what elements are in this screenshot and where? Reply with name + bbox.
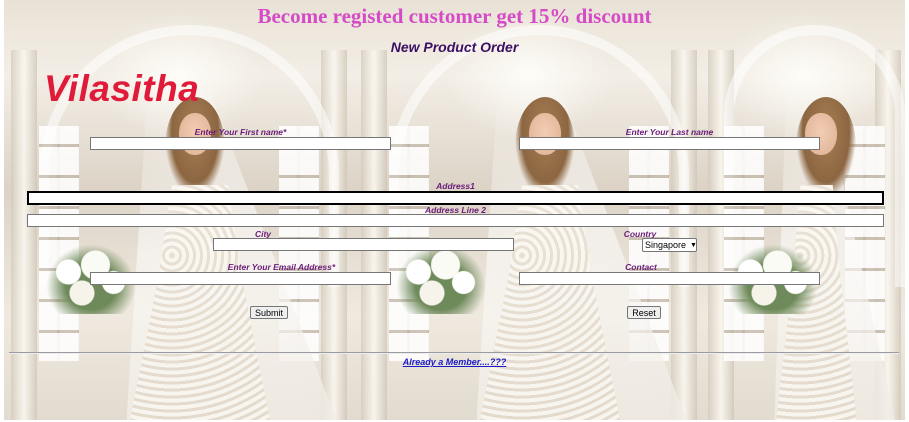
already-member-link[interactable]: Already a Member....??? bbox=[0, 357, 909, 367]
last-name-label: Enter Your Last name bbox=[625, 127, 714, 137]
chevron-down-icon: ▼ bbox=[690, 241, 697, 249]
last-name-input[interactable] bbox=[519, 137, 820, 150]
country-selected-value: Singapore bbox=[645, 240, 687, 250]
contact-input[interactable] bbox=[519, 272, 820, 285]
country-select[interactable]: Singapore ▼ bbox=[642, 238, 697, 252]
email-input[interactable] bbox=[90, 272, 391, 285]
divider bbox=[9, 352, 899, 354]
address2-input[interactable] bbox=[27, 214, 884, 227]
city-input[interactable] bbox=[213, 238, 514, 251]
first-name-input[interactable] bbox=[90, 137, 391, 150]
contact-label: Contact bbox=[625, 262, 657, 272]
order-form-page: Become registed customer get 15% discoun… bbox=[0, 0, 909, 422]
brand-logo: Vilasitha bbox=[44, 68, 200, 109]
email-label: Enter Your Email Address* bbox=[227, 262, 336, 272]
submit-button[interactable]: Submit bbox=[250, 306, 288, 319]
page-title: New Product Order bbox=[390, 39, 519, 55]
address1-input[interactable] bbox=[27, 191, 884, 205]
address1-label: Address1 bbox=[436, 181, 475, 191]
promo-banner: Become registed customer get 15% discoun… bbox=[257, 4, 652, 28]
reset-button[interactable]: Reset bbox=[627, 306, 661, 319]
first-name-label: Enter Your First name* bbox=[194, 127, 287, 137]
